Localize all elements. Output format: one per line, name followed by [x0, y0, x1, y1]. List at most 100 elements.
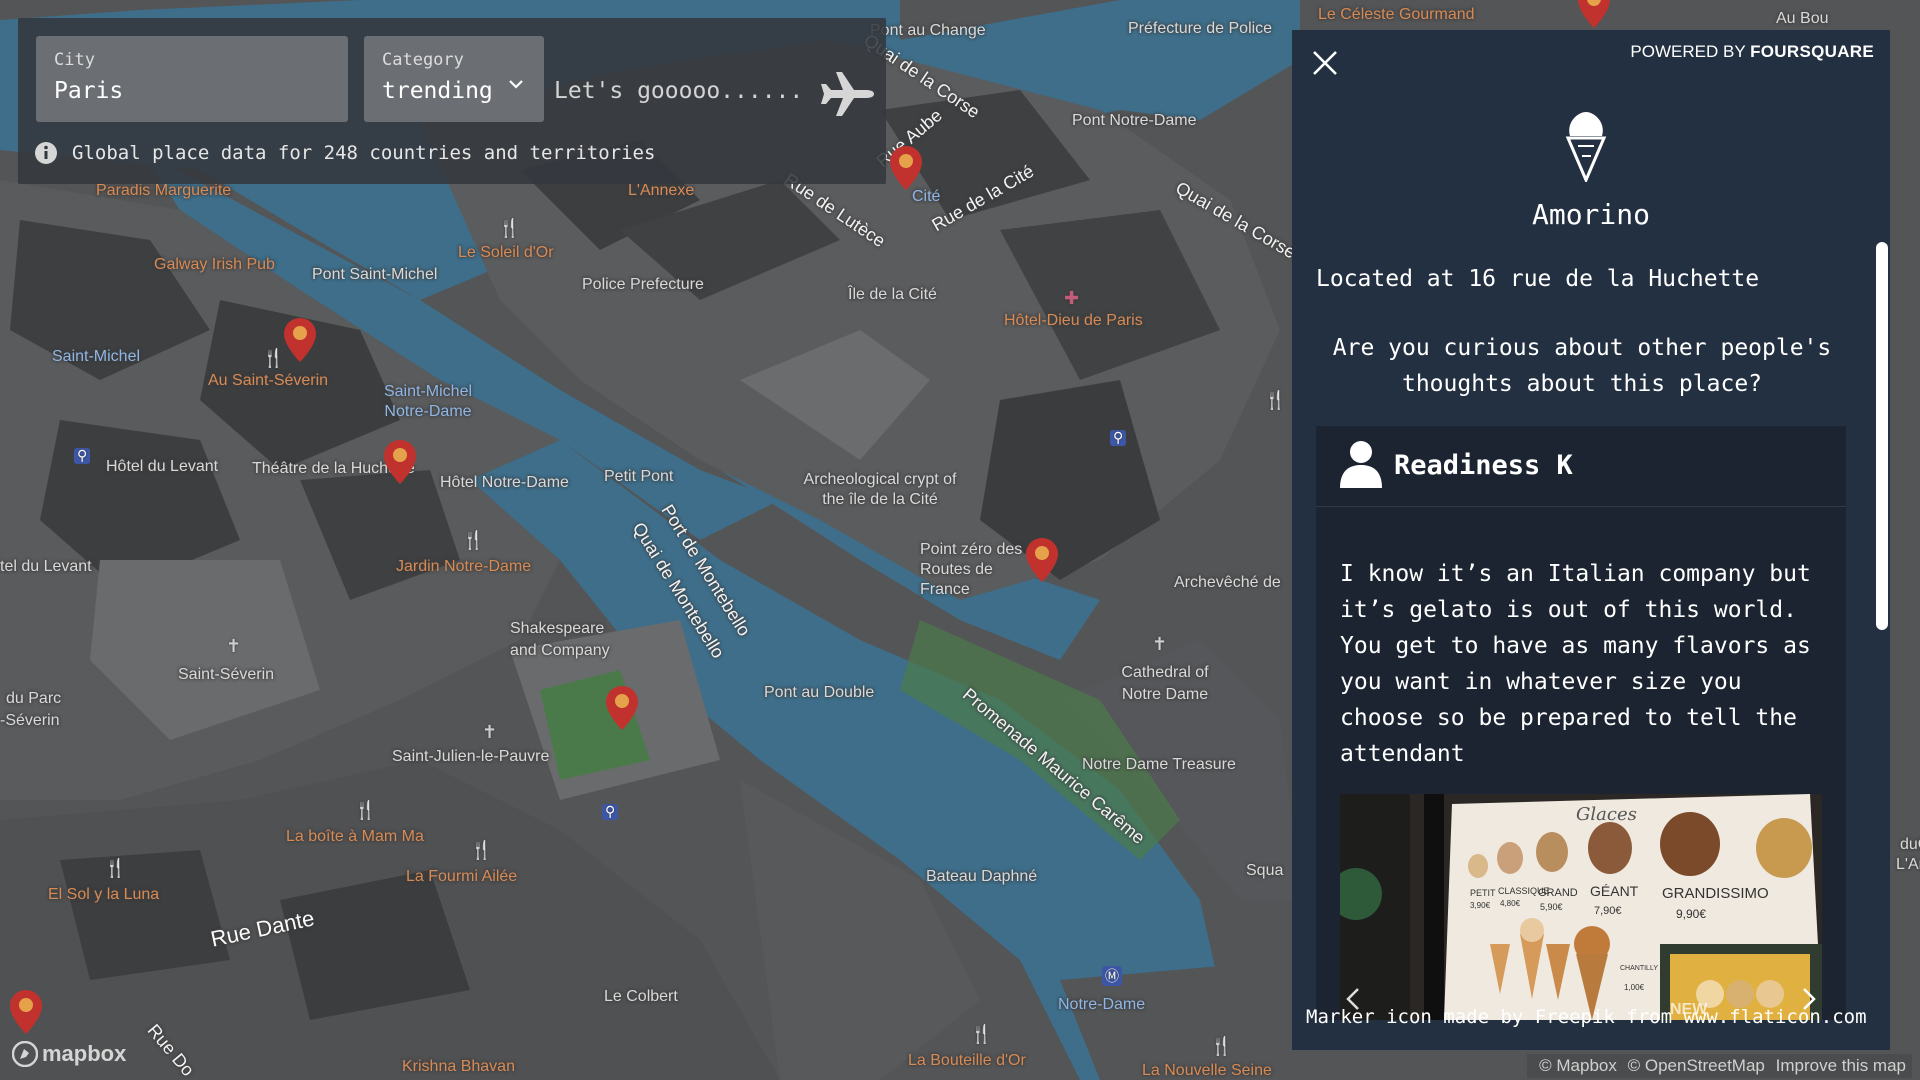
map-label-saint-julien-le-pauvre: Saint-Julien-le-Pauvre	[392, 748, 550, 765]
osm-credit-link[interactable]: © OpenStreetMap	[1628, 1056, 1765, 1075]
restaurant-icon[interactable]: 🍴	[354, 800, 376, 821]
menu-item-geant: GÉANT	[1590, 883, 1639, 899]
map-pin-icon[interactable]	[1026, 538, 1058, 582]
restaurant-icon[interactable]: 🍴	[1210, 1036, 1232, 1057]
menu-price-petit: 3,90€	[1470, 901, 1491, 910]
map-label-ile-de-la-cite: Île de la Cité	[848, 286, 937, 303]
menu-extra-price: 1,00€	[1624, 983, 1645, 992]
mapbox-wordmark: mapbox	[42, 1041, 127, 1066]
restaurant-icon[interactable]: 🍴	[462, 530, 484, 551]
restaurant-icon[interactable]: 🍴	[262, 348, 284, 369]
restaurant-icon[interactable]: 🍴	[470, 840, 492, 861]
ice-cream-menu-photo: Glaces PETIT 3,90€ CLASSIQUE 4,80€ GRAND…	[1340, 794, 1822, 1020]
map-label-galway-irish-pub: Galway Irish Pub	[154, 256, 275, 273]
restaurant-icon[interactable]: 🍴	[1264, 390, 1286, 411]
map-label-pont-saint-michel: Pont Saint-Michel	[312, 266, 438, 283]
church-icon[interactable]: ✝	[482, 722, 497, 743]
map-label-la-nouvelle-seine: La Nouvelle Seine	[1142, 1062, 1272, 1079]
map-label-le-soleil-dor: Le Soleil d'Or	[458, 244, 554, 261]
menu-price-grandissimo: 9,90€	[1676, 907, 1706, 921]
map-label-shakespeare-and-company: Shakespeare and Company	[510, 620, 610, 659]
map-label-lannexe: L'Annexe	[628, 182, 695, 199]
map-label-hotel-du-levant: Hôtel du Levant	[106, 458, 219, 475]
bike-station-icon[interactable]: ⚲	[74, 448, 91, 464]
chevron-down-icon[interactable]	[506, 74, 526, 94]
city-label: City	[54, 50, 95, 70]
photo-title: Glaces	[1576, 804, 1637, 825]
review-card[interactable]: Readiness K I know it’s an Italian compa…	[1316, 426, 1846, 1020]
menu-price-classique: 4,80€	[1500, 899, 1521, 908]
map-label-bateau-daphne: Bateau Daphné	[926, 868, 1038, 885]
review-photo[interactable]: Glaces PETIT 3,90€ CLASSIQUE 4,80€ GRAND…	[1340, 794, 1822, 1020]
place-address: Located at 16 rue de la Huchette	[1316, 266, 1760, 292]
info-text: Global place data for 248 countries and …	[72, 142, 656, 164]
map-label-krishna-bhavan: Krishna Bhavan	[402, 1058, 515, 1075]
map-label-cite: Cité	[912, 188, 941, 205]
restaurant-icon[interactable]: 🍴	[498, 218, 520, 239]
bike-station-icon[interactable]: ⚲	[1110, 430, 1127, 446]
airplane-icon[interactable]	[816, 66, 880, 122]
review-header: Readiness K	[1316, 426, 1846, 507]
metro-station-icon[interactable]: Ⓜ	[1102, 966, 1122, 986]
menu-item-grand: GRAND	[1538, 887, 1578, 899]
map-label-hotel-dieu: Hôtel-Dieu de Paris	[1004, 312, 1143, 329]
city-field[interactable]: City Paris	[36, 36, 348, 122]
map-pin-icon[interactable]	[384, 440, 416, 484]
church-icon[interactable]: ✝	[1152, 634, 1167, 655]
mapbox-credit-link[interactable]: © Mapbox	[1539, 1056, 1617, 1075]
search-panel: City Paris Category trending Global plac…	[18, 18, 886, 184]
map-label-point-zero: Point zéro des Routes de France	[920, 541, 1023, 598]
map-label-au-saint-severin: Au Saint-Séverin	[208, 372, 329, 389]
map-label-squa: Squa	[1246, 862, 1284, 879]
map-pin-icon[interactable]	[1578, 0, 1610, 28]
airplane-button[interactable]	[816, 66, 880, 122]
map-label-la-fourmi-ailee: La Fourmi Ailée	[406, 868, 518, 885]
map-label-saint-michel: Saint-Michel	[52, 348, 141, 365]
map-label-jardin-notre-dame: Jardin Notre-Dame	[396, 558, 532, 575]
city-value[interactable]: Paris	[54, 78, 123, 104]
menu-item-grandissimo: GRANDISSIMO	[1662, 885, 1769, 902]
map-label-notre-dame-metro: Notre-Dame	[1058, 996, 1146, 1013]
map-label-archeveche: Archevêché de	[1174, 574, 1281, 591]
ice-cream-icon	[1565, 112, 1607, 182]
category-label: Category	[382, 50, 464, 70]
info-icon	[35, 142, 57, 164]
go-input[interactable]	[552, 70, 816, 112]
mapbox-logo[interactable]: mapbox	[12, 1040, 126, 1068]
close-icon[interactable]	[1310, 48, 1340, 78]
map-pin-icon[interactable]	[606, 686, 638, 730]
reviews-prompt: Are you curious about other people's tho…	[1332, 335, 1832, 397]
reviewer-name: Readiness K	[1394, 450, 1573, 481]
map-label-pont-au-change: Pont au Change	[870, 22, 986, 39]
map-label-cathedral-notre-dame: Cathedral of Notre Dame	[1121, 664, 1209, 703]
map-pin-icon[interactable]	[284, 318, 316, 362]
improve-map-link[interactable]: Improve this map	[1776, 1056, 1906, 1075]
map-credits: © Mapbox © OpenStreetMap Improve this ma…	[1527, 1054, 1912, 1078]
map-label-tel-du-levant: tel du Levant	[0, 558, 92, 575]
church-icon[interactable]: ✝	[226, 636, 241, 657]
map-label-du-parc: du Parc	[6, 690, 62, 707]
map-label-la-partial: duO	[1900, 836, 1920, 853]
map-label-severin-partial: -Séverin	[0, 712, 60, 729]
map-label-paradis-marguerite: Paradis Marguerite	[96, 182, 232, 199]
mapbox-icon	[12, 1041, 38, 1067]
powered-prefix: POWERED BY	[1630, 42, 1746, 61]
map-label-archeological-crypt: Archeological crypt of the île de la Cit…	[803, 471, 957, 508]
map-label-pont-au-double: Pont au Double	[764, 684, 875, 701]
menu-price-grand: 5,90€	[1540, 902, 1563, 912]
bike-station-icon[interactable]: ⚲	[602, 804, 619, 820]
category-select[interactable]: Category trending	[364, 36, 544, 122]
panel-scrollbar[interactable]	[1876, 242, 1888, 630]
map-pin-icon[interactable]	[890, 146, 922, 190]
user-icon	[1340, 441, 1382, 488]
map-label-le-colbert: Le Colbert	[604, 988, 678, 1005]
restaurant-icon[interactable]: 🍴	[104, 858, 126, 879]
restaurant-icon[interactable]: 🍴	[970, 1024, 992, 1045]
icon-attribution: Marker icon made by Freepik from www.fla…	[1306, 1006, 1867, 1028]
hospital-icon[interactable]: ✚	[1064, 288, 1079, 309]
category-value[interactable]: trending	[382, 78, 493, 104]
map-pin-icon[interactable]	[10, 990, 42, 1034]
info-row: Global place data for 248 countries and …	[34, 138, 655, 168]
map-label-hotel-notre-dame: Hôtel Notre-Dame	[440, 474, 569, 491]
map-label-saint-michel-notre-dame: Saint-Michel Notre-Dame	[383, 383, 473, 420]
